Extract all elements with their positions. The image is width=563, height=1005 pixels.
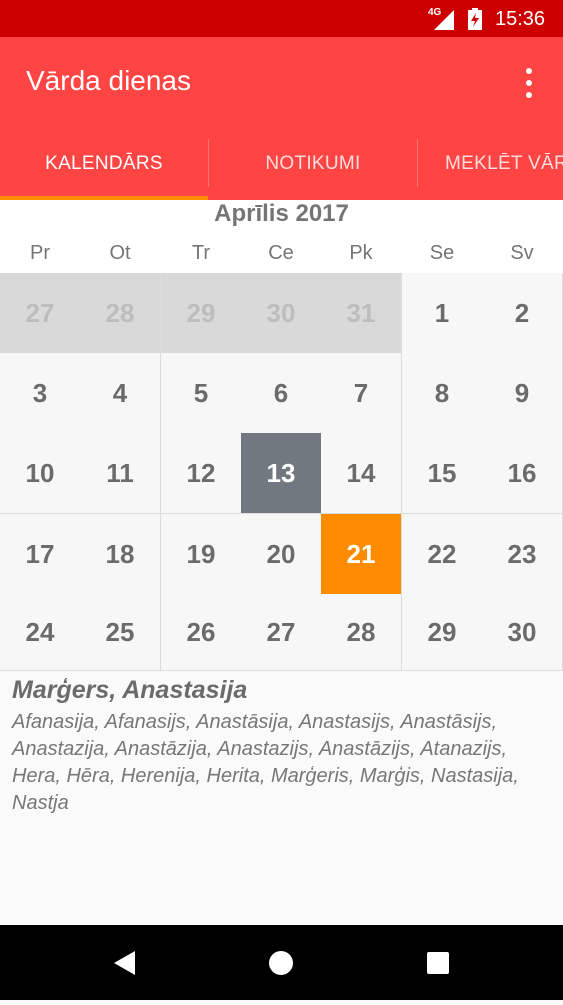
calendar-day[interactable]: 2 (482, 273, 563, 354)
weekday-label: Tr (191, 242, 211, 264)
calendar-day[interactable]: 4 (80, 353, 161, 434)
primary-names: Marģers, Anastasija (12, 676, 248, 704)
battery-charging-icon (468, 8, 482, 30)
calendar-day[interactable]: 18 (80, 514, 161, 595)
weekday-label: Pk (349, 242, 373, 264)
additional-names: Afanasija, Afanasijs, Anastāsija, Anasta… (12, 711, 519, 814)
calendar-day[interactable]: 26 (161, 594, 242, 671)
calendar-day[interactable]: 5 (161, 353, 242, 434)
tab-divider (417, 139, 418, 187)
calendar-day[interactable]: 15 (402, 433, 483, 514)
calendar-day-outside-month[interactable]: 27 (0, 273, 81, 354)
overflow-menu-icon[interactable] (518, 67, 540, 99)
recents-button[interactable] (393, 925, 483, 1000)
back-button[interactable] (80, 925, 170, 1000)
calendar-day[interactable]: 25 (80, 594, 161, 671)
weekday-label: Ot (109, 242, 131, 264)
clock: 15:36 (495, 8, 546, 30)
calendar-day[interactable]: 19 (161, 514, 242, 595)
calendar-grid: 27 28 29 30 31 1 2 3 4 5 6 7 8 9 10 11 12 13 14 15 16 17 18 19 2… (0, 273, 563, 671)
calendar-day[interactable]: 30 (482, 594, 563, 671)
status-bar: 4G 15:36 (0, 0, 563, 37)
recents-icon (427, 952, 449, 974)
weekday-label: Se (429, 242, 455, 264)
tab-events[interactable]: NOTIKUMI (209, 137, 417, 200)
calendar-day[interactable]: 10 (0, 433, 81, 514)
tab-search-name[interactable]: MEKLĒT VĀRDU (445, 137, 563, 200)
back-icon (114, 951, 135, 975)
tab-calendar[interactable]: KALENDĀRS (0, 137, 208, 200)
calendar-day[interactable]: 23 (482, 514, 563, 595)
month-label[interactable]: Aprīlis 2017 (0, 200, 563, 228)
calendar-day[interactable]: 1 (402, 273, 483, 354)
calendar-day[interactable]: 20 (241, 514, 322, 595)
calendar-day[interactable]: 11 (80, 433, 161, 514)
calendar-day-outside-month[interactable]: 31 (321, 273, 402, 354)
weekday-label: Pr (30, 242, 50, 264)
home-button[interactable] (236, 925, 326, 1000)
calendar-day[interactable]: 7 (321, 353, 402, 434)
calendar-day[interactable]: 9 (482, 353, 563, 434)
signal-icon (434, 10, 454, 30)
calendar-day-outside-month[interactable]: 28 (80, 273, 161, 354)
navigation-bar (0, 925, 563, 1000)
calendar-day[interactable]: 16 (482, 433, 563, 514)
calendar-day[interactable]: 22 (402, 514, 483, 595)
calendar-day-outside-month[interactable]: 29 (161, 273, 242, 354)
calendar-day[interactable]: 6 (241, 353, 322, 434)
calendar-day[interactable]: 27 (241, 594, 322, 671)
calendar-day-today[interactable]: 21 (321, 514, 402, 595)
tab-bar: KALENDĀRS NOTIKUMI MEKLĒT VĀRDU (0, 137, 563, 200)
calendar-day[interactable]: 12 (161, 433, 242, 514)
calendar-day[interactable]: 8 (402, 353, 483, 434)
calendar-day[interactable]: 3 (0, 353, 81, 434)
app-title: Vārda dienas (26, 65, 192, 96)
home-icon (269, 951, 293, 975)
calendar-day[interactable]: 17 (0, 514, 81, 595)
calendar-day[interactable]: 29 (402, 594, 483, 671)
weekday-label: Sv (510, 242, 534, 264)
calendar-day[interactable]: 14 (321, 433, 402, 514)
weekday-label: Ce (268, 242, 294, 264)
calendar-day[interactable]: 24 (0, 594, 81, 671)
calendar-day[interactable]: 28 (321, 594, 402, 671)
app-bar: Vārda dienas KALENDĀRS NOTIKUMI MEKLĒT V… (0, 37, 563, 200)
calendar-day-selected[interactable]: 13 (241, 433, 322, 514)
calendar-day-outside-month[interactable]: 30 (241, 273, 322, 354)
